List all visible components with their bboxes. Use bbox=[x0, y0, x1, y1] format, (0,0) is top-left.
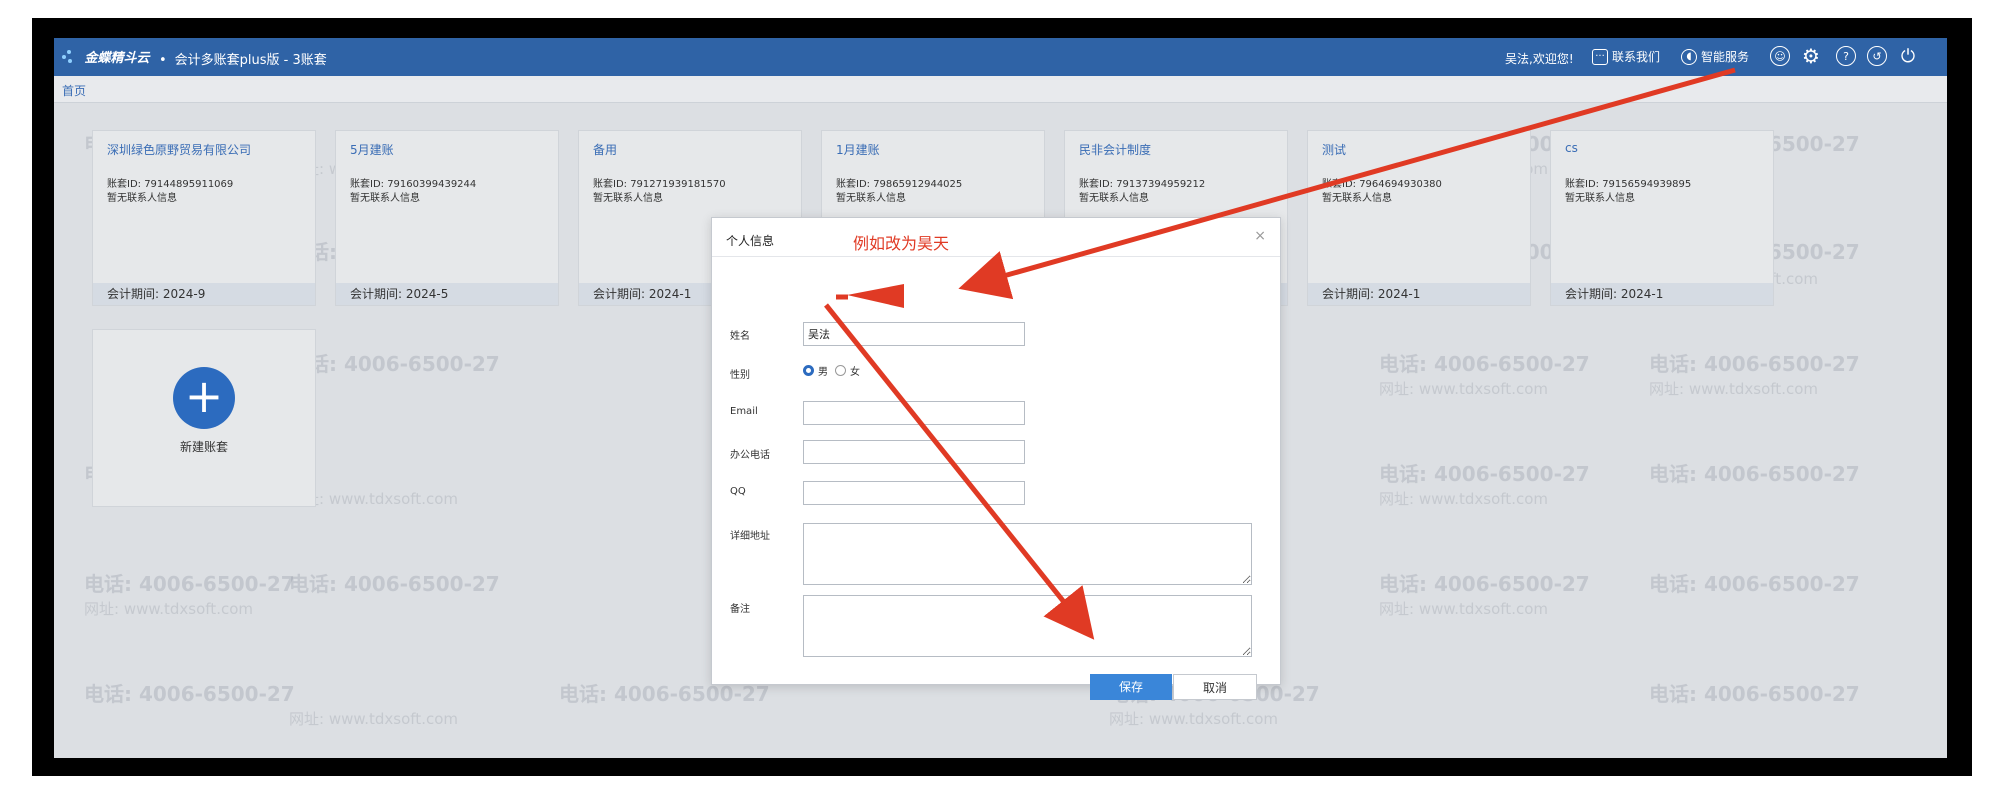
annotation-text: 例如改为昊天 bbox=[853, 234, 950, 253]
arrow-to-save-button bbox=[824, 303, 1095, 640]
arrow-to-name-field bbox=[958, 67, 1736, 300]
arrow-head-left bbox=[847, 284, 904, 308]
annotation-arrows bbox=[824, 67, 1736, 640]
